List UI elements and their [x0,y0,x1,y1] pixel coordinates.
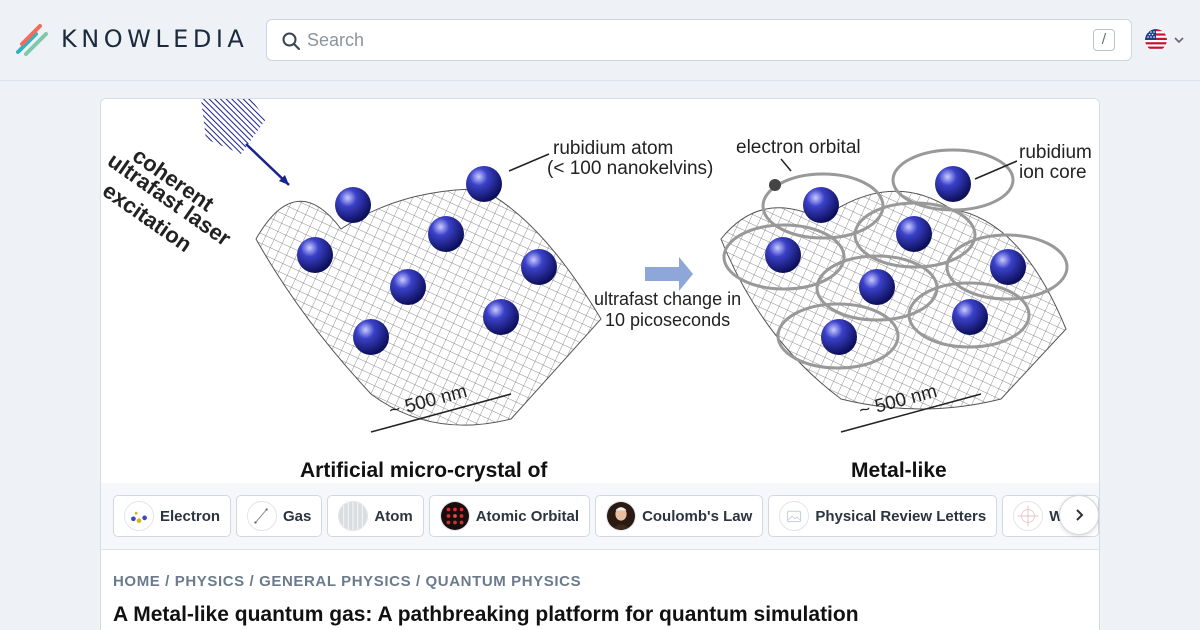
tag-label: Gas [283,507,312,525]
label-orbital: electron orbital [736,137,861,158]
us-flag-icon [1145,29,1167,51]
tag-physical-review-letters[interactable]: Physical Review Letters [768,495,998,537]
atomic-orbital-thumb-icon [439,501,470,531]
breadcrumb-quantum-physics[interactable]: QUANTUM PHYSICS [426,573,582,590]
tag-electron[interactable]: Electron [113,495,232,537]
label-change-1: ultrafast change in [594,289,741,309]
electron-thumb-icon [124,501,154,531]
tag-label: Electron [160,507,221,525]
search-box[interactable]: / [266,19,1132,61]
breadcrumb-separator: / [244,573,260,590]
label-atom-2: (< 100 nanokelvins) [547,158,713,179]
breadcrumb-physics[interactable]: PHYSICS [175,573,245,590]
label-change-2: 10 picoseconds [605,310,730,330]
tag-atomic-orbital[interactable]: Atomic Orbital [428,495,591,537]
label-core-2: ion core [1019,162,1087,183]
logo-mark-icon [16,24,48,56]
coulomb-thumb-icon [606,501,637,531]
tag-label: Atom [374,507,413,525]
topic-tag-bar: Electron Gas Atom Atomic Orbital Coulomb… [101,483,1099,550]
tag-coulombs-law[interactable]: Coulomb's Law [595,495,764,537]
chevron-right-icon [1076,509,1084,521]
breadcrumb-general-physics[interactable]: GENERAL PHYSICS [259,573,411,590]
label-atom-1: rubidium atom [553,138,673,159]
wave-thumb-icon [1013,501,1044,531]
logo-text: KNOWLEDIA [61,25,249,53]
article-card: coherent ultrafast laser excitation rubi… [100,98,1100,630]
search-shortcut-badge: / [1093,29,1115,51]
breadcrumb-separator: / [160,573,175,590]
label-core-1: rubidium [1019,142,1092,163]
chevron-down-icon [1174,37,1184,44]
tag-gas[interactable]: Gas [236,495,323,537]
search-input[interactable] [307,28,1067,52]
breadcrumb: HOME / PHYSICS / GENERAL PHYSICS / QUANT… [113,573,581,590]
gas-thumb-icon [247,501,278,531]
language-selector[interactable] [1145,29,1185,51]
logo[interactable]: KNOWLEDIA [16,22,248,56]
breadcrumb-home[interactable]: HOME [113,573,160,590]
article-title: A Metal-like quantum gas: A pathbreaking… [113,603,859,626]
breadcrumb-separator: / [411,573,426,590]
tag-label: Atomic Orbital [475,507,580,525]
tag-label: Physical Review Letters [815,507,987,525]
journal-thumb-icon [779,501,810,531]
topic-tags: Electron Gas Atom Atomic Orbital Coulomb… [113,495,1099,537]
article-figure: coherent ultrafast laser excitation rubi… [101,99,1099,483]
atom-thumb-icon [338,501,369,531]
caption-right: Metal-like [851,459,947,482]
tags-scroll-next-button[interactable] [1059,495,1099,535]
search-icon [282,32,300,50]
caption-left: Artificial micro-crystal of [300,459,548,482]
tag-label: Coulomb's Law [642,507,753,525]
top-header: KNOWLEDIA / [0,0,1200,81]
tag-atom[interactable]: Atom [327,495,424,537]
